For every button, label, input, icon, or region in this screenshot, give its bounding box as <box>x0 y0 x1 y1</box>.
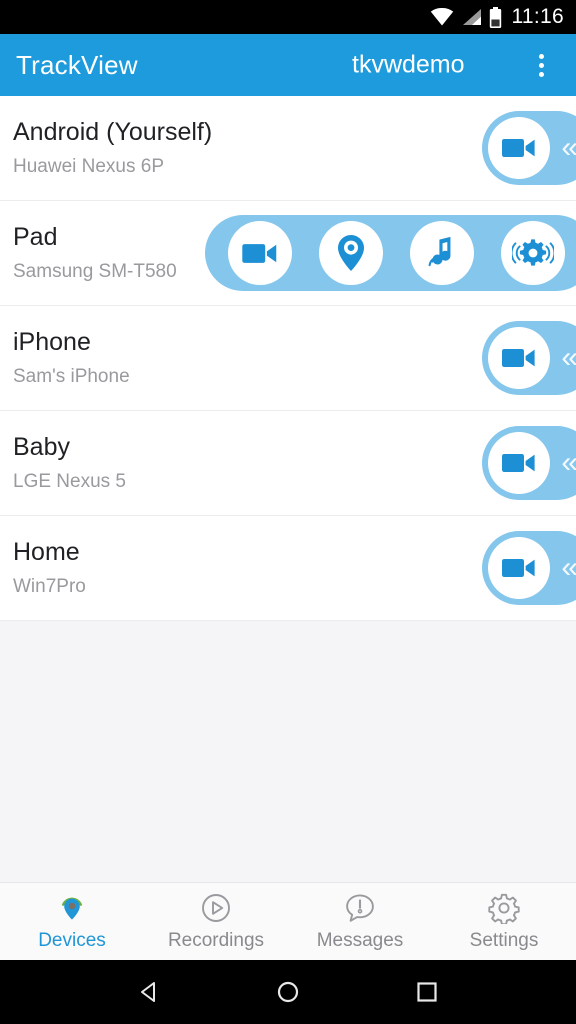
device-info: Android (Yourself) Huawei Nexus 6P <box>13 118 212 178</box>
device-row[interactable]: Baby LGE Nexus 5 « <box>0 411 576 516</box>
home-circle-icon[interactable] <box>274 978 302 1006</box>
gear-alarm-icon[interactable] <box>500 221 565 285</box>
device-row[interactable]: Home Win7Pro « <box>0 516 576 621</box>
device-name: iPhone <box>13 328 91 357</box>
battery-icon <box>489 6 502 28</box>
music-note-sound-icon[interactable] <box>409 221 474 285</box>
device-info: Home Win7Pro <box>13 538 86 598</box>
tab-recordings[interactable]: Recordings <box>144 883 288 960</box>
device-actions-pill: « <box>482 321 576 395</box>
device-name: Home <box>13 538 80 567</box>
video-camera-icon[interactable] <box>488 327 551 389</box>
device-model: Win7Pro <box>13 575 86 597</box>
device-actions-pill: « <box>482 531 576 605</box>
status-bar-time: 11:16 <box>511 5 564 28</box>
app-title: TrackView <box>16 49 138 80</box>
device-model: Sam's iPhone <box>13 365 130 387</box>
device-name: Pad <box>13 223 58 252</box>
device-actions-pill: « <box>482 426 576 500</box>
status-bar: 11:16 <box>0 0 576 34</box>
tab-label: Devices <box>38 930 106 951</box>
device-model: Samsung SM-T580 <box>13 260 177 282</box>
tab-messages[interactable]: Messages <box>288 883 432 960</box>
device-actions-pill-expanded <box>205 215 576 291</box>
device-actions-pill: « <box>482 111 576 185</box>
location-pin-icon[interactable] <box>319 221 384 285</box>
video-camera-icon[interactable] <box>488 432 551 494</box>
phone-screen: 11:16 TrackView tkvwdemo Android (Yourse… <box>0 0 576 1024</box>
android-nav-bar <box>0 960 576 1024</box>
app-bar: TrackView tkvwdemo <box>0 34 576 96</box>
device-name: Baby <box>13 433 70 462</box>
device-info: iPhone Sam's iPhone <box>13 328 130 388</box>
tab-label: Recordings <box>167 930 265 951</box>
device-row[interactable]: Android (Yourself) Huawei Nexus 6P « <box>0 96 576 201</box>
video-camera-icon[interactable] <box>228 221 293 285</box>
cellular-signal-icon <box>461 8 482 26</box>
device-model: LGE Nexus 5 <box>13 470 126 492</box>
more-vertical-icon[interactable] <box>528 48 554 82</box>
account-name: tkvwdemo <box>352 50 465 79</box>
bottom-tab-bar: Devices Recordings Messages Settings <box>0 882 576 960</box>
recents-square-icon[interactable] <box>413 978 441 1006</box>
device-name: Android (Yourself) <box>13 118 213 147</box>
tab-devices[interactable]: Devices <box>0 883 144 960</box>
wifi-icon <box>430 8 454 26</box>
device-row[interactable]: Pad Samsung SM-T580 <box>0 201 576 306</box>
back-triangle-icon[interactable] <box>135 978 163 1006</box>
location-pin-signal-icon <box>56 891 88 925</box>
device-row[interactable]: iPhone Sam's iPhone « <box>0 306 576 411</box>
alert-bubble-icon <box>344 891 376 925</box>
double-chevron-left-icon[interactable]: « <box>561 133 576 163</box>
device-info: Pad Samsung SM-T580 <box>13 223 177 283</box>
tab-label: Messages <box>316 930 404 951</box>
double-chevron-left-icon[interactable]: « <box>561 343 576 373</box>
device-model: Huawei Nexus 6P <box>13 155 165 177</box>
device-info: Baby LGE Nexus 5 <box>13 433 126 493</box>
tab-label: Settings <box>469 930 539 951</box>
play-circle-icon <box>200 891 232 925</box>
tab-settings[interactable]: Settings <box>432 883 576 960</box>
device-list: Android (Yourself) Huawei Nexus 6P « Pad… <box>0 96 576 882</box>
double-chevron-left-icon[interactable]: « <box>561 553 576 583</box>
gear-icon <box>488 891 520 925</box>
video-camera-icon[interactable] <box>488 117 551 179</box>
double-chevron-left-icon[interactable]: « <box>561 448 576 478</box>
video-camera-icon[interactable] <box>488 537 551 599</box>
